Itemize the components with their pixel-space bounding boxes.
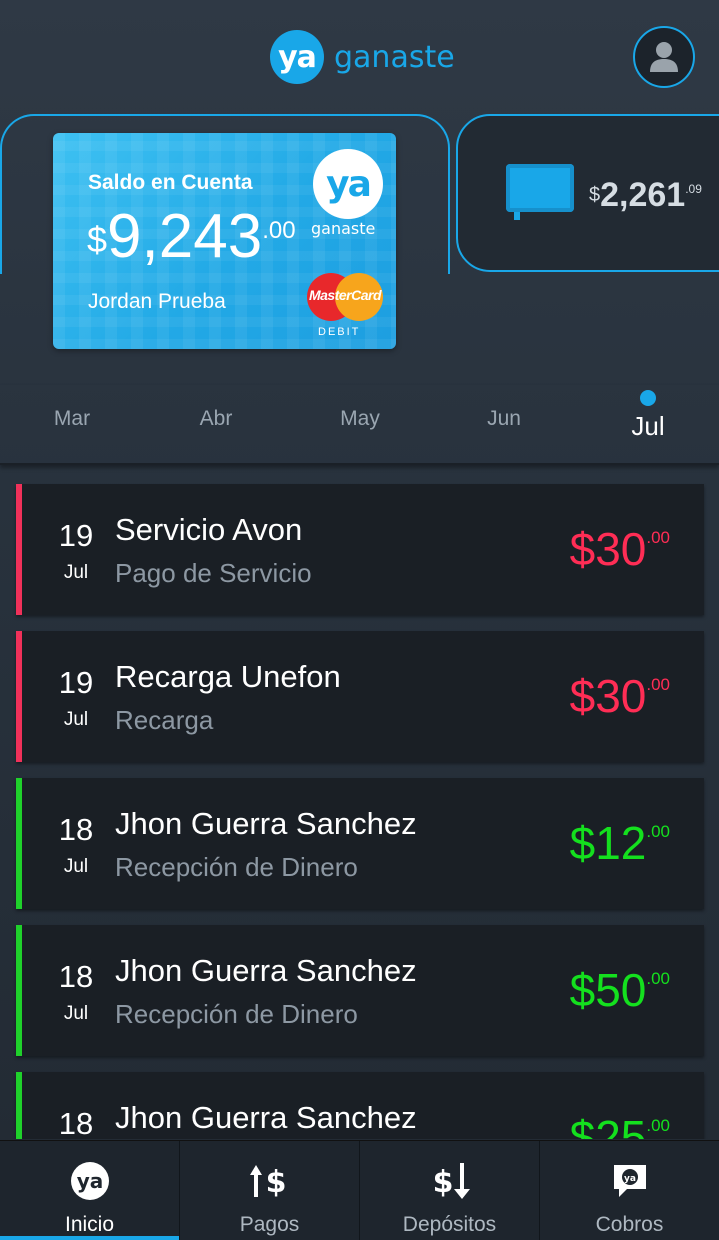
transaction-month: Jul	[63, 709, 89, 730]
balance-amount: $ 9,243 .00	[87, 205, 296, 269]
transaction-amount: $30.00	[570, 524, 670, 574]
nav-label: Depósitos	[402, 1213, 497, 1236]
header: ya ganaste	[0, 0, 719, 112]
transaction-amount: $30.00	[570, 671, 670, 721]
card-type: DEBIT	[318, 326, 361, 338]
transaction-amount-decimal: .00	[646, 528, 670, 547]
transaction-amount: $50.00	[570, 965, 670, 1015]
month-tab-may[interactable]: May	[305, 407, 415, 431]
transaction-amount-integer: $12	[569, 817, 647, 869]
transaction-row[interactable]: 18 Jul Jhon Guerra Sanchez Recepción de Din…	[16, 925, 704, 1056]
transaction-row[interactable]: 19 Jul Servicio Avon Pago de Servicio $30.00	[16, 484, 704, 615]
nav-label: Pagos	[239, 1213, 300, 1236]
month-tab-jun[interactable]: Jun	[449, 407, 559, 431]
payments-icon: $	[248, 1159, 292, 1203]
transaction-title: Jhon Guerra Sanchez	[115, 806, 417, 841]
brand-name: ganaste	[334, 39, 455, 75]
svg-text:$: $	[432, 1165, 453, 1200]
transaction-amount-decimal: .00	[646, 822, 670, 841]
transaction-amount-integer: $30	[569, 670, 647, 722]
ya-logo-icon: ya	[270, 30, 324, 84]
transaction-type-bar	[16, 484, 22, 615]
transaction-day: 19	[58, 518, 94, 553]
bottom-navigation: ya Inicio $ Pagos $ Depósitos ya Cobros	[0, 1140, 719, 1240]
currency-symbol: $	[589, 184, 601, 206]
nav-label: Cobros	[595, 1213, 664, 1236]
mastercard-text: MasterCard	[308, 287, 382, 303]
month-tab-abr[interactable]: Abr	[161, 407, 271, 431]
tablet-device-icon	[506, 164, 574, 220]
profile-button[interactable]	[633, 26, 695, 88]
transaction-title: Jhon Guerra Sanchez	[115, 1100, 417, 1135]
transaction-amount: $12.00	[570, 818, 670, 868]
svg-text:ya: ya	[76, 1169, 103, 1193]
svg-text:$: $	[265, 1165, 286, 1200]
charges-chat-icon: ya	[608, 1159, 652, 1203]
transaction-type-bar	[16, 778, 22, 909]
transaction-type-bar	[16, 925, 22, 1056]
month-tab-mar[interactable]: Mar	[17, 407, 127, 431]
transaction-month: Jul	[63, 562, 89, 583]
transaction-row[interactable]: 19 Jul Recarga Unefon Recarga $30.00	[16, 631, 704, 762]
currency-symbol: $	[87, 219, 108, 260]
svg-text:ya: ya	[624, 1174, 636, 1184]
transaction-day: 18	[58, 1106, 94, 1139]
month-tab-jul[interactable]: Jul	[593, 411, 703, 442]
transaction-month: Jul	[63, 1003, 89, 1024]
transaction-day: 18	[58, 812, 94, 847]
secondary-balance-decimal: .09	[685, 182, 702, 196]
balance-label: Saldo en Cuenta	[88, 171, 253, 194]
transaction-amount-decimal: .00	[646, 969, 670, 988]
nav-item-depsitos[interactable]: $ Depósitos	[360, 1141, 540, 1240]
transaction-title: Servicio Avon	[115, 512, 303, 547]
transaction-month: Jul	[63, 856, 89, 877]
secondary-balance-integer: 2,261	[600, 176, 686, 214]
transaction-list: 19 Jul Servicio Avon Pago de Servicio $30.00…	[0, 467, 719, 1139]
transaction-type-bar	[16, 631, 22, 762]
transaction-subtitle: Recarga	[115, 705, 214, 735]
nav-label: Inicio	[64, 1213, 115, 1236]
user-avatar-icon	[650, 42, 678, 72]
transaction-title: Jhon Guerra Sanchez	[115, 953, 417, 988]
card-holder-name: Jordan Prueba	[88, 290, 226, 313]
transaction-day: 18	[58, 959, 94, 994]
brand-logo: ya ganaste	[270, 30, 455, 84]
transaction-subtitle: Recepción de Dinero	[115, 852, 358, 882]
balance-decimal: .00	[262, 217, 296, 244]
transaction-day: 19	[58, 665, 94, 700]
mastercard-logo-icon: MasterCard	[307, 273, 383, 321]
month-selector: Mar Abr May Jun Jul	[0, 385, 719, 465]
secondary-account-card[interactable]: $ 2,261 .09	[456, 114, 719, 272]
deposits-icon: $	[428, 1159, 472, 1203]
ya-card-logo-icon: ya	[313, 149, 383, 219]
balance-integer: 9,243	[107, 202, 263, 271]
debit-card[interactable]: Saldo en Cuenta $ 9,243 .00 Jordan Prueb…	[53, 133, 396, 349]
transaction-row[interactable]: 18 Jul Jhon Guerra Sanchez Recepción de Din…	[16, 778, 704, 909]
transaction-subtitle: Pago de Servicio	[115, 558, 312, 588]
nav-item-pagos[interactable]: $ Pagos	[180, 1141, 360, 1240]
secondary-balance: $ 2,261 .09	[589, 176, 702, 215]
transaction-row[interactable]: 18JulJhon Guerra Sanchez$25.00	[16, 1072, 704, 1139]
nav-item-cobros[interactable]: ya Cobros	[540, 1141, 719, 1240]
nav-item-inicio[interactable]: ya Inicio	[0, 1141, 180, 1240]
transaction-amount-decimal: .00	[646, 1116, 670, 1135]
home-ya-icon: ya	[68, 1159, 112, 1203]
transaction-title: Recarga Unefon	[115, 659, 341, 694]
transaction-amount-integer: $30	[569, 523, 647, 575]
active-month-indicator	[640, 390, 656, 406]
transaction-amount-decimal: .00	[646, 675, 670, 694]
transaction-amount-integer: $50	[569, 964, 647, 1016]
transaction-amount-integer: $25	[569, 1111, 647, 1139]
app-screen: ya ganaste Saldo en Cuenta $ 9,243 .00 J…	[0, 0, 719, 1240]
card-brand-text: ganaste	[311, 219, 376, 238]
transaction-amount: $25.00	[570, 1112, 670, 1139]
transaction-type-bar	[16, 1072, 22, 1139]
transaction-subtitle: Recepción de Dinero	[115, 999, 358, 1029]
